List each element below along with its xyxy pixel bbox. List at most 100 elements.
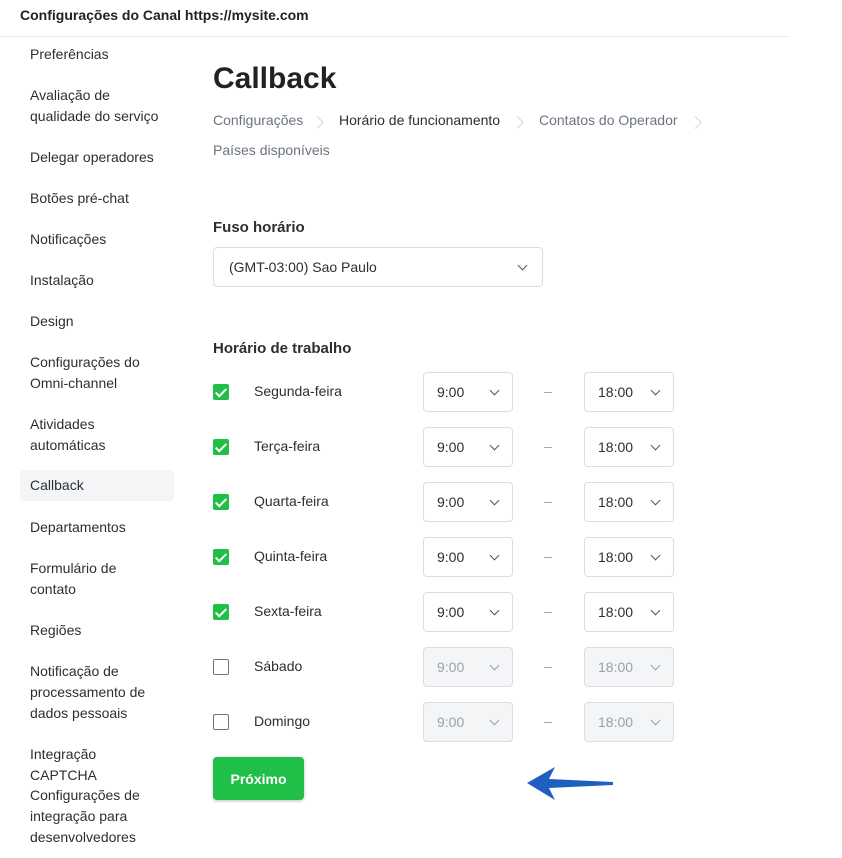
sidebar-item-callback[interactable]: Callback bbox=[20, 470, 174, 501]
sidebar-item-label: integração para bbox=[30, 808, 128, 824]
day-checkbox-sabado[interactable] bbox=[213, 659, 229, 675]
start-time-select[interactable]: 9:00 bbox=[423, 482, 513, 522]
start-time-value: 9:00 bbox=[437, 714, 465, 730]
end-time-select[interactable]: 18:00 bbox=[584, 372, 674, 412]
end-time-value: 18:00 bbox=[598, 604, 634, 620]
sidebar-item-label: Callback bbox=[30, 477, 84, 493]
time-separator: – bbox=[544, 493, 552, 509]
day-label: Terça-feira bbox=[254, 438, 321, 454]
sidebar-item-departamentos[interactable]: Departamentos bbox=[20, 517, 174, 538]
sidebar-item-integracao-dev[interactable]: Configurações de integração para desenvo… bbox=[20, 785, 174, 848]
day-label: Segunda-feira bbox=[254, 383, 342, 399]
end-time-select: 18:00 bbox=[584, 647, 674, 687]
sidebar-item-label: Departamentos bbox=[30, 519, 126, 535]
sidebar-item-captcha[interactable]: Integração CAPTCHA bbox=[20, 744, 174, 786]
end-time-value: 18:00 bbox=[598, 494, 634, 510]
day-checkbox-terca[interactable] bbox=[213, 439, 229, 455]
sidebar-item-atividades[interactable]: Atividades automáticas bbox=[20, 414, 174, 456]
day-checkbox-domingo[interactable] bbox=[213, 714, 229, 730]
sidebar-item-label: Omni-channel bbox=[30, 375, 118, 391]
sidebar-item-botoes[interactable]: Botões pré-chat bbox=[20, 188, 174, 209]
start-time-select[interactable]: 9:00 bbox=[423, 537, 513, 577]
day-label: Domingo bbox=[254, 713, 311, 729]
end-time-value: 18:00 bbox=[598, 659, 634, 675]
start-time-select[interactable]: 9:00 bbox=[423, 427, 513, 467]
chevron-down-icon bbox=[650, 385, 661, 396]
day-row-sabado: Sábado 9:00 – 18:00 bbox=[213, 647, 683, 687]
sidebar-item-notificacoes[interactable]: Notificações bbox=[20, 229, 174, 250]
end-time-select[interactable]: 18:00 bbox=[584, 427, 674, 467]
timezone-select[interactable]: (GMT-03:00) Sao Paulo bbox=[213, 247, 543, 287]
breadcrumb-configuracoes[interactable]: Configurações bbox=[213, 112, 303, 128]
chevron-down-icon bbox=[489, 385, 500, 396]
sidebar-item-label: qualidade do serviço bbox=[30, 108, 159, 124]
sidebar-item-avaliacao[interactable]: Avaliação de qualidade do serviço bbox=[20, 85, 174, 127]
day-label: Quinta-feira bbox=[254, 548, 328, 564]
chevron-down-icon bbox=[489, 605, 500, 616]
timezone-label: Fuso horário bbox=[213, 219, 305, 236]
sidebar-item-label: Notificações bbox=[30, 231, 107, 247]
end-time-value: 18:00 bbox=[598, 549, 634, 565]
end-time-select[interactable]: 18:00 bbox=[584, 592, 674, 632]
sidebar-item-label: Notificação de bbox=[30, 663, 119, 679]
top-bar: Configurações do Canal https://mysite.co… bbox=[0, 0, 790, 37]
day-row-terca: Terça-feira 9:00 – 18:00 bbox=[213, 427, 683, 467]
day-row-sexta: Sexta-feira 9:00 – 18:00 bbox=[213, 592, 683, 632]
day-checkbox-segunda[interactable] bbox=[213, 384, 229, 400]
day-row-segunda: Segunda-feira 9:00 – 18:00 bbox=[213, 372, 683, 412]
chevron-right-icon bbox=[511, 116, 524, 129]
breadcrumb-contatos[interactable]: Contatos do Operador bbox=[539, 112, 678, 128]
time-separator: – bbox=[544, 658, 552, 674]
sidebar-item-regioes[interactable]: Regiões bbox=[20, 620, 174, 641]
start-time-value: 9:00 bbox=[437, 494, 465, 510]
start-time-value: 9:00 bbox=[437, 439, 465, 455]
sidebar-item-omnichannel[interactable]: Configurações do Omni-channel bbox=[20, 352, 174, 394]
day-checkbox-sexta[interactable] bbox=[213, 604, 229, 620]
chevron-down-icon bbox=[489, 660, 500, 671]
day-checkbox-quinta[interactable] bbox=[213, 549, 229, 565]
sidebar-item-design[interactable]: Design bbox=[20, 311, 174, 332]
sidebar-item-label: Configurações do bbox=[30, 354, 140, 370]
day-checkbox-quarta[interactable] bbox=[213, 494, 229, 510]
page-title: Callback bbox=[213, 62, 337, 95]
end-time-value: 18:00 bbox=[598, 439, 634, 455]
breadcrumb-paises[interactable]: Países disponíveis bbox=[213, 142, 330, 158]
sidebar-item-label: Integração CAPTCHA bbox=[30, 746, 97, 783]
chevron-down-icon bbox=[489, 550, 500, 561]
sidebar-item-formulario[interactable]: Formulário de contato bbox=[20, 558, 174, 600]
chevron-down-icon bbox=[489, 715, 500, 726]
chevron-right-icon bbox=[689, 116, 702, 129]
day-row-quinta: Quinta-feira 9:00 – 18:00 bbox=[213, 537, 683, 577]
start-time-value: 9:00 bbox=[437, 384, 465, 400]
start-time-select[interactable]: 9:00 bbox=[423, 372, 513, 412]
chevron-down-icon bbox=[650, 495, 661, 506]
sidebar-item-label: Avaliação de bbox=[30, 87, 110, 103]
start-time-select[interactable]: 9:00 bbox=[423, 592, 513, 632]
sidebar-item-instalacao[interactable]: Instalação bbox=[20, 270, 174, 291]
day-label: Sábado bbox=[254, 658, 303, 674]
day-label: Quarta-feira bbox=[254, 493, 329, 509]
chevron-down-icon bbox=[650, 440, 661, 451]
sidebar-item-label: automáticas bbox=[30, 437, 106, 453]
breadcrumb-horario[interactable]: Horário de funcionamento bbox=[339, 112, 500, 128]
time-separator: – bbox=[544, 438, 552, 454]
chevron-down-icon bbox=[517, 260, 528, 271]
day-row-domingo: Domingo 9:00 – 18:00 bbox=[213, 702, 683, 742]
end-time-value: 18:00 bbox=[598, 384, 634, 400]
sidebar-item-label: processamento de bbox=[30, 684, 146, 700]
sidebar-item-label: Configurações de bbox=[30, 787, 140, 803]
time-separator: – bbox=[544, 548, 552, 564]
chevron-down-icon bbox=[650, 715, 661, 726]
chevron-down-icon bbox=[650, 605, 661, 616]
start-time-select: 9:00 bbox=[423, 702, 513, 742]
sidebar-item-delegar[interactable]: Delegar operadores bbox=[20, 147, 174, 168]
channel-settings-title: Configurações do Canal https://mysite.co… bbox=[20, 7, 309, 23]
end-time-select[interactable]: 18:00 bbox=[584, 537, 674, 577]
sidebar-item-label: Botões pré-chat bbox=[30, 190, 129, 206]
end-time-select[interactable]: 18:00 bbox=[584, 482, 674, 522]
sidebar-item-label: Design bbox=[30, 313, 74, 329]
sidebar-item-preferencias[interactable]: Preferências bbox=[20, 44, 174, 65]
next-button[interactable]: Próximo bbox=[213, 757, 304, 800]
sidebar-item-notificacao-dados[interactable]: Notificação de processamento de dados pe… bbox=[20, 661, 174, 724]
sidebar-item-label: Instalação bbox=[30, 272, 94, 288]
